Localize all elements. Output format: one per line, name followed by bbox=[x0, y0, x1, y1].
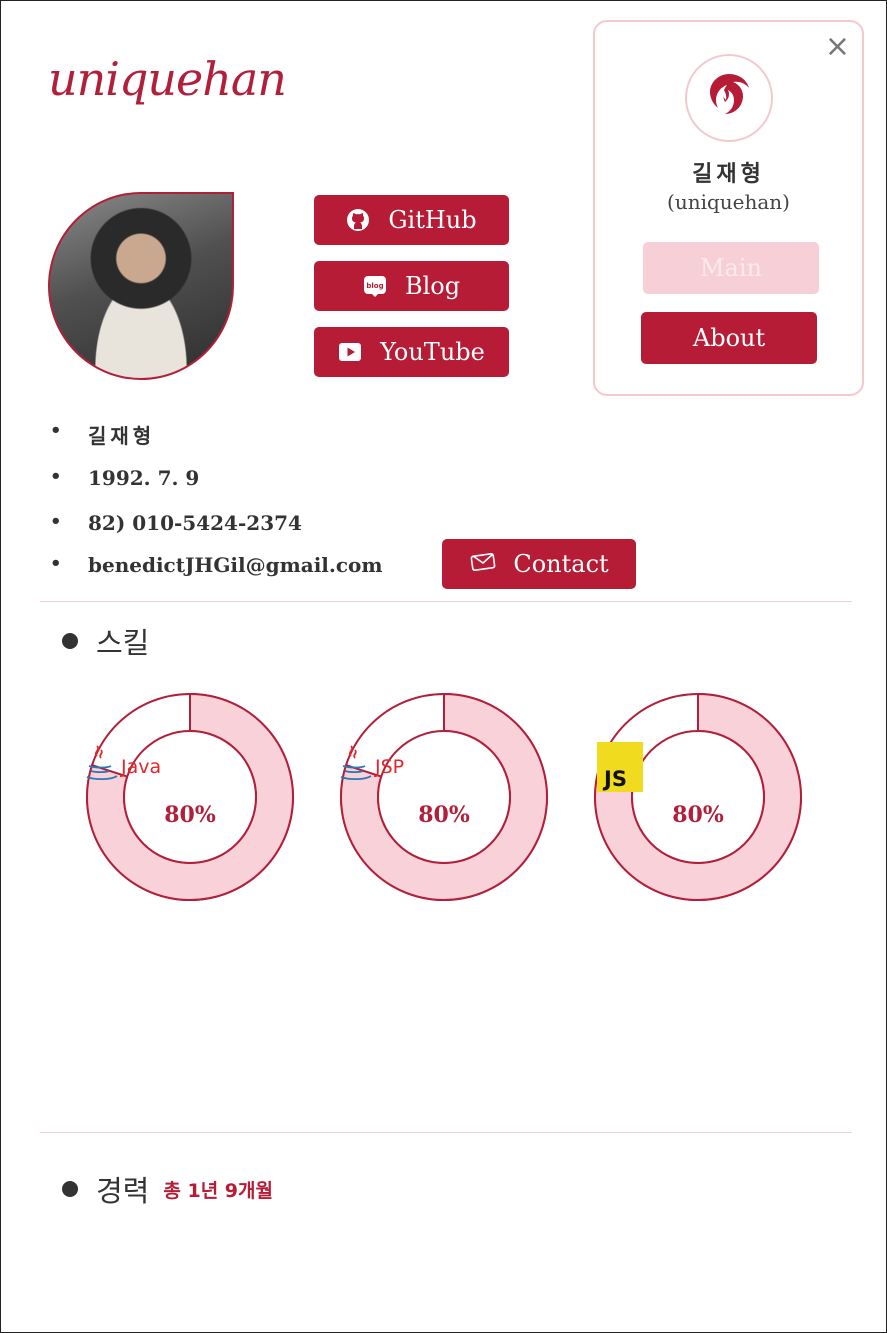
profile-card: × 길재형 (uniquehan) Main About bbox=[593, 20, 864, 396]
mail-icon bbox=[469, 550, 497, 578]
skill-java: Java 80% bbox=[85, 692, 295, 902]
card-name: 길재형 bbox=[692, 162, 765, 187]
career-heading: 경력 총 1년 9개월 bbox=[62, 1168, 273, 1210]
svg-text:blog: blog bbox=[366, 282, 383, 290]
github-label: GitHub bbox=[388, 206, 477, 234]
close-icon[interactable]: × bbox=[825, 32, 850, 62]
svg-text:Java: Java bbox=[120, 756, 161, 778]
contact-label: Contact bbox=[513, 550, 609, 578]
skill-ring bbox=[86, 692, 294, 901]
bullet-icon bbox=[62, 1181, 78, 1197]
github-button[interactable]: GitHub bbox=[314, 195, 509, 245]
skill-percent: 80% bbox=[164, 802, 216, 828]
brand-logo[interactable]: uniquehan bbox=[48, 52, 287, 106]
skill-percent: 80% bbox=[418, 802, 470, 828]
blog-icon: blog bbox=[363, 274, 387, 298]
divider bbox=[40, 601, 852, 602]
main-button[interactable]: Main bbox=[643, 242, 819, 294]
career-total: 총 1년 9개월 bbox=[163, 1179, 273, 1202]
skills-heading: 스킬 bbox=[62, 620, 149, 662]
contact-button[interactable]: Contact bbox=[442, 539, 636, 589]
blog-label: Blog bbox=[404, 272, 461, 300]
skill-percent: 80% bbox=[672, 802, 724, 828]
youtube-label: YouTube bbox=[380, 338, 485, 366]
divider bbox=[40, 1132, 852, 1133]
profile-photo bbox=[48, 192, 234, 380]
skill-ring bbox=[340, 692, 548, 901]
ring-inner bbox=[631, 730, 765, 864]
svg-text:JSP: JSP bbox=[374, 756, 404, 778]
github-icon bbox=[346, 208, 370, 232]
skill-jsp: JSP 80% bbox=[339, 692, 549, 902]
youtube-icon bbox=[338, 340, 362, 364]
blog-button[interactable]: blog Blog bbox=[314, 261, 509, 311]
skill-js: JS 80% bbox=[593, 692, 803, 902]
bullet-icon bbox=[62, 633, 78, 649]
emblem-logo bbox=[685, 54, 773, 142]
card-handle: (uniquehan) bbox=[667, 190, 790, 214]
youtube-button[interactable]: YouTube bbox=[314, 327, 509, 377]
svg-text:JS: JS bbox=[602, 767, 627, 791]
skill-ring bbox=[594, 692, 802, 901]
about-button[interactable]: About bbox=[641, 312, 817, 364]
